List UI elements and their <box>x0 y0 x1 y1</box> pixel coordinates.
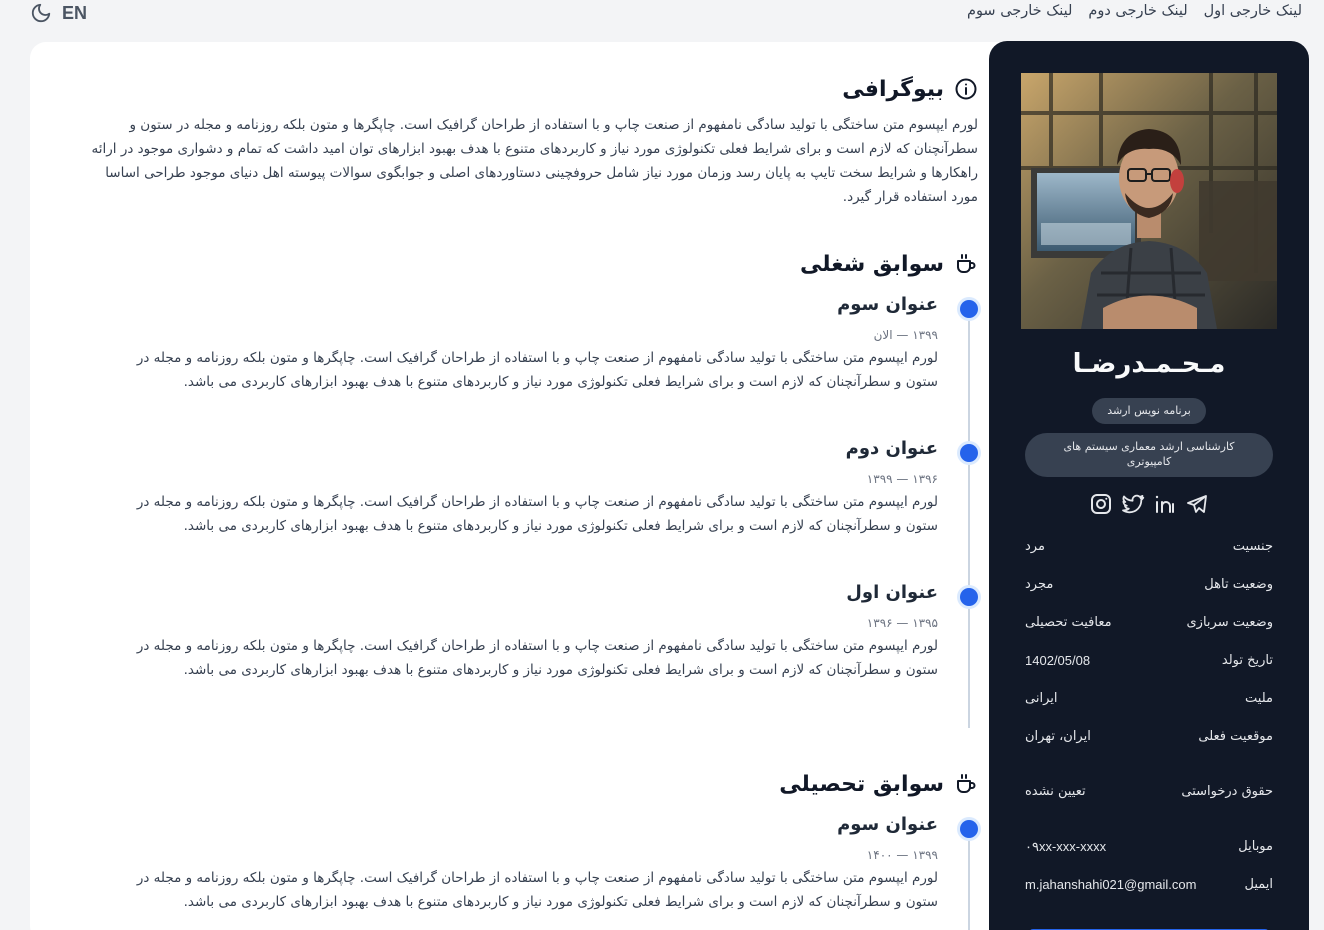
info-row-salary: حقوق درخواستی تعیین نشده <box>1025 784 1273 808</box>
info-row-email: ایمیل m.jahanshahi021@gmail.com <box>1025 877 1273 901</box>
info-label: ایمیل <box>1244 877 1273 892</box>
instagram-icon[interactable] <box>1088 491 1114 517</box>
biography-heading: بیوگرافی <box>842 74 978 104</box>
work-item-description: لورم ایپسوم متن ساختگی با تولید سادگی نا… <box>136 638 938 678</box>
education-heading: سوابق تحصیلی <box>779 769 978 799</box>
info-value: تعیین نشده <box>1025 784 1086 799</box>
education-timeline: عنوان سوم ۱۳۹۹ — ۱۴۰۰ لورم ایپسوم متن سا… <box>90 814 978 930</box>
work-history-title: سوابق شغلی <box>799 251 944 277</box>
work-item-date: ۱۳۹۹ — الان <box>873 328 938 342</box>
work-item-date: ۱۳۹۶ — ۱۳۹۹ <box>866 472 938 486</box>
info-row-mobile: موبایل ۰۹xx-xxx-xxxx <box>1025 839 1273 863</box>
biography-text: لورم ایپسوم متن ساختگی با تولید سادگی نا… <box>91 117 978 205</box>
info-row-nationality: ملیت ایرانی <box>1025 691 1273 715</box>
external-link-1[interactable]: لینک خارجی اول <box>1204 3 1302 19</box>
moon-icon[interactable] <box>30 2 52 24</box>
top-left-controls: EN <box>30 2 87 24</box>
work-history-heading: سوابق شغلی <box>800 249 978 279</box>
twitter-icon[interactable] <box>1120 491 1146 517</box>
timeline-line <box>968 824 970 930</box>
degree-badge: کارشناسی ارشد معماری سیستم های کامپیوتری <box>1025 433 1273 477</box>
info-row-marital-status: وضعیت تاهل مجرد <box>1025 577 1273 601</box>
external-links: لینک خارجی اول لینک خارجی دوم لینک خارجی… <box>967 3 1302 19</box>
work-item-description: لورم ایپسوم متن ساختگی با تولید سادگی نا… <box>136 494 938 534</box>
timeline-dot <box>960 300 978 318</box>
timeline-dot <box>960 820 978 838</box>
coffee-cup-icon <box>954 252 978 276</box>
info-label: وضعیت تاهل <box>1204 577 1273 592</box>
info-row-gender: جنسیت مرد <box>1025 539 1273 563</box>
timeline-dot <box>960 444 978 462</box>
education-item-date: ۱۳۹۹ — ۱۴۰۰ <box>866 848 938 862</box>
role-badge: برنامه نویس ارشد <box>1092 398 1206 424</box>
work-item-title: عنوان سوم <box>837 294 938 315</box>
linkedin-icon[interactable] <box>1152 491 1178 517</box>
info-row-location: موقعیت فعلی ایران، تهران <box>1025 729 1273 753</box>
info-label: موقعیت فعلی <box>1198 729 1273 744</box>
info-value[interactable]: ۰۹xx-xxx-xxxx <box>1025 839 1106 855</box>
external-link-2[interactable]: لینک خارجی دوم <box>1088 3 1187 19</box>
timeline-line <box>968 304 970 728</box>
biography-title: بیوگرافی <box>842 76 944 102</box>
main-card: بیوگرافی لورم ایپسوم متن ساختگی با تولید… <box>30 42 1030 930</box>
profile-sidebar: مـحـمـدرضـا برنامه نویس ارشد کارشناسی ار… <box>989 41 1309 930</box>
info-value[interactable]: m.jahanshahi021@gmail.com <box>1025 877 1196 892</box>
info-value: ایرانی <box>1025 691 1058 706</box>
info-row-military-status: وضعیت سربازی معافیت تحصیلی <box>1025 615 1273 639</box>
profile-name: مـحـمـدرضـا <box>1072 349 1226 379</box>
info-value: معافیت تحصیلی <box>1025 615 1112 630</box>
info-label: موبایل <box>1238 839 1273 854</box>
work-item-date: ۱۳۹۵ — ۱۳۹۶ <box>866 616 938 630</box>
work-item-description: لورم ایپسوم متن ساختگی با تولید سادگی نا… <box>136 350 938 390</box>
coffee-cup-icon <box>954 772 978 796</box>
info-value: ایران، تهران <box>1025 729 1091 744</box>
profile-photo <box>1021 73 1277 329</box>
info-label: حقوق درخواستی <box>1181 784 1273 799</box>
work-timeline: عنوان سوم ۱۳۹۹ — الان لورم ایپسوم متن سا… <box>90 294 978 734</box>
timeline-dot <box>960 588 978 606</box>
work-item-title: عنوان اول <box>846 582 938 603</box>
telegram-icon[interactable] <box>1184 491 1210 517</box>
info-label: وضعیت سربازی <box>1186 615 1273 630</box>
education-title: سوابق تحصیلی <box>779 771 944 797</box>
info-value: مرد <box>1025 539 1045 554</box>
education-item-description: لورم ایپسوم متن ساختگی با تولید سادگی نا… <box>136 870 938 910</box>
language-toggle-button[interactable]: EN <box>62 3 87 24</box>
info-icon <box>954 77 978 101</box>
info-label: تاریخ تولد <box>1221 653 1273 668</box>
education-item-title: عنوان سوم <box>837 814 938 835</box>
info-label: ملیت <box>1245 691 1273 706</box>
social-links <box>989 491 1309 517</box>
top-bar: EN لینک خارجی اول لینک خارجی دوم لینک خا… <box>0 0 1324 40</box>
external-link-3[interactable]: لینک خارجی سوم <box>967 3 1072 19</box>
info-label: جنسیت <box>1232 539 1273 554</box>
info-value: مجرد <box>1025 577 1054 592</box>
work-item-title: عنوان دوم <box>845 438 938 459</box>
info-row-birth-date: تاریخ تولد 1402/05/08 <box>1025 653 1273 677</box>
info-value: 1402/05/08 <box>1025 653 1091 668</box>
